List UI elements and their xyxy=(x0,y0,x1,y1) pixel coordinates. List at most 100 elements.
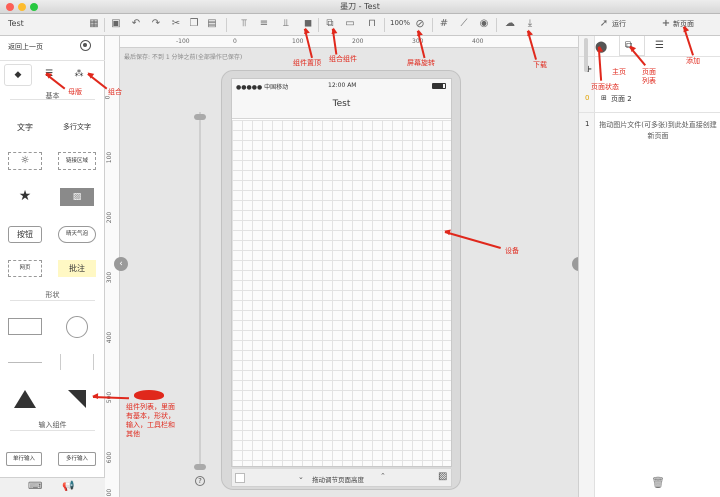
right-triangle-shape-icon[interactable] xyxy=(68,390,86,408)
window-title: 墨刀 - Test xyxy=(340,2,380,11)
component-line[interactable] xyxy=(8,362,42,363)
run-rocket-icon[interactable]: ➚ xyxy=(598,18,610,30)
component-single-input[interactable]: 单行输入 xyxy=(6,452,42,466)
footer-checkbox[interactable] xyxy=(235,473,245,483)
align-bottom-icon[interactable]: ⫫ xyxy=(280,18,292,30)
combine-icon: ⁂ xyxy=(74,69,84,79)
cut-icon[interactable]: ✂ xyxy=(170,18,182,30)
drop-image-hint: 拖动图片文件(可多张)到此处直接创建新页面 xyxy=(599,121,717,140)
save-icon[interactable]: ▣ xyxy=(110,18,122,30)
project-name: Test xyxy=(8,19,24,28)
plus-icon[interactable]: + xyxy=(660,18,672,30)
page-panel: ⬤ ⧉ ☰ + 0 ⊞ 页面 2 1 拖动图片文件(可多张)到此处直接创建新页面… xyxy=(578,36,720,497)
cube-icon: ◆ xyxy=(14,70,22,80)
image-icon: ▨ xyxy=(72,192,82,202)
minimize-window-button[interactable] xyxy=(18,3,26,11)
zoom-slider-bottom-handle[interactable] xyxy=(194,464,206,470)
paste-icon[interactable]: ▤ xyxy=(206,18,218,30)
component-weather-bubble[interactable]: 晴天气泡 xyxy=(58,226,96,243)
annotation-rotate: 屏幕旋转 xyxy=(407,59,435,67)
ungroup-icon[interactable]: ▭ xyxy=(344,18,356,30)
megaphone-icon[interactable]: 📢 xyxy=(62,481,74,492)
trash-icon[interactable]: 🗑 xyxy=(651,476,665,489)
lock-icon[interactable]: ⊓ xyxy=(366,18,378,30)
right-scrollbar[interactable] xyxy=(584,38,588,72)
annotation-component-top: 组件置顶 xyxy=(293,59,321,67)
device-grid[interactable] xyxy=(232,120,451,466)
drag-height-label: 拖动调节页面高度 xyxy=(312,476,364,484)
device-screen[interactable]: ●●●●● 中国移动 12:00 AM Test xyxy=(231,78,452,467)
annotation-combine: 组合 xyxy=(108,88,122,96)
component-rectangle[interactable] xyxy=(8,318,42,335)
main-toolbar: Test ▦ ▣ ↶ ↷ ✂ ❐ ▤ ⫪ ≡ ⫫ ◼ ⧉ ▭ ⊓ 100% ⊘ … xyxy=(0,14,720,36)
section-shapes: 形状 xyxy=(45,291,60,299)
chevron-down-icon[interactable]: ⌄ xyxy=(298,473,304,481)
hint-index: 1 xyxy=(585,120,590,128)
device-footer: ⌄ 拖动调节页面高度 ⌃ ▨ xyxy=(231,469,452,487)
maximize-window-button[interactable] xyxy=(30,3,38,11)
annotation-cloud-mark xyxy=(134,390,164,400)
page-index-0: 0 xyxy=(585,94,590,102)
component-image[interactable]: ▨ xyxy=(60,188,94,206)
preview-eye-icon[interactable]: ◉ xyxy=(478,18,490,30)
component-vertical-lines[interactable] xyxy=(60,354,94,370)
star-icon: ★ xyxy=(18,188,32,204)
zoom-level[interactable]: 100% xyxy=(390,19,410,27)
redo-icon[interactable]: ↷ xyxy=(150,18,162,30)
component-button[interactable]: 按钮 xyxy=(8,226,42,243)
keyboard-icon[interactable]: ⌨ xyxy=(28,481,42,492)
component-webpage[interactable]: 网页 xyxy=(8,260,42,277)
component-link-area[interactable]: 链接区域 xyxy=(58,152,96,170)
annotation-device: 设备 xyxy=(505,247,519,255)
ruler-icon[interactable]: ⟋ xyxy=(458,18,470,30)
autosave-status: 最后保存: 不到 1 分钟之前(全部操作已保存) xyxy=(124,54,243,61)
zoom-slider-track[interactable] xyxy=(199,112,201,468)
annotation-combine-component: 组合组件 xyxy=(329,55,357,63)
carrier-label: ●●●●● 中国移动 xyxy=(236,84,289,91)
window-titlebar: 墨刀 - Test xyxy=(0,0,720,14)
background-image-icon[interactable]: ▨ xyxy=(438,471,447,482)
annotation-motherboard: 母版 xyxy=(68,88,82,96)
zoom-slider-handle[interactable] xyxy=(194,114,206,120)
component-panel: 返回上一页 ◆ ☰ ⁂ 基本 文字 多行文字 ☼ 链接区域 ★ ▨ 按钮 晴天气… xyxy=(0,36,105,477)
component-text[interactable]: 文字 xyxy=(6,122,44,133)
undo-icon[interactable]: ↶ xyxy=(130,18,142,30)
annotation-page-list: 页面 列表 xyxy=(642,68,656,85)
component-multiline-text[interactable]: 多行文字 xyxy=(56,122,98,132)
component-annotation[interactable]: 批注 xyxy=(58,260,96,277)
page-item-2[interactable]: 页面 2 xyxy=(611,94,632,104)
triangle-shape-icon[interactable] xyxy=(14,390,36,408)
cloud-upload-icon[interactable]: ☁ xyxy=(504,18,516,30)
settings-circle-icon[interactable] xyxy=(80,40,91,51)
component-multi-input[interactable]: 多行输入 xyxy=(58,452,96,466)
back-link[interactable]: 返回上一页 xyxy=(8,42,43,52)
cursor-click-icon: ☼ xyxy=(20,155,30,166)
annotation-page-state: 页面状态 xyxy=(591,83,619,91)
annotation-add: 添加 xyxy=(686,57,700,65)
chevron-up-icon[interactable]: ⌃ xyxy=(380,472,386,480)
hamburger-menu-icon[interactable]: ☰ xyxy=(655,40,664,51)
help-icon[interactable]: ? xyxy=(195,476,205,486)
grid-menu-icon[interactable]: ▦ xyxy=(88,18,100,30)
left-bottom-bar: ⌨ 📢 xyxy=(0,477,120,497)
annotation-download: 下载 xyxy=(533,61,547,69)
section-inputs: 输入组件 xyxy=(38,421,67,429)
tab-basic-components[interactable]: ◆ xyxy=(4,64,32,86)
ruler-horizontal: -100 0 100 200 300 400 xyxy=(120,36,578,48)
annotation-home: 主页 xyxy=(612,68,626,76)
status-time: 12:00 AM xyxy=(328,82,357,89)
copy-icon[interactable]: ❐ xyxy=(188,18,200,30)
annotation-component-list: 组件列表，里面 有基本，形状， 输入，工具栏和 其他 xyxy=(126,403,175,438)
close-window-button[interactable] xyxy=(6,3,14,11)
device-page-title: Test xyxy=(332,99,351,109)
component-star[interactable]: ★ xyxy=(16,188,34,204)
expand-icon[interactable]: ⊞ xyxy=(601,94,607,102)
grid-toggle-icon[interactable]: # xyxy=(438,18,450,30)
align-top-icon[interactable]: ⫪ xyxy=(238,18,250,30)
collapse-left-arrow-icon[interactable]: ‹ xyxy=(114,257,128,271)
run-button[interactable]: 运行 xyxy=(612,19,626,29)
battery-icon xyxy=(432,83,446,89)
align-middle-icon[interactable]: ≡ xyxy=(258,18,270,30)
component-hotspot[interactable]: ☼ xyxy=(8,152,42,170)
component-circle[interactable] xyxy=(66,316,88,338)
